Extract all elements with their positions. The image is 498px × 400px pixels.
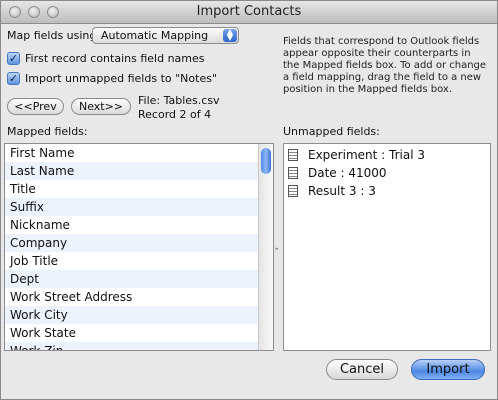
unmapped-fields-list[interactable]: Experiment : Trial 3 Date : 41000 Result… [283,143,491,351]
list-item[interactable]: Experiment : Trial 3 [284,146,490,164]
mapped-scrollbar[interactable] [258,144,273,350]
document-icon [288,149,298,161]
title-bar: Import Contacts [1,1,497,24]
import-unmapped-label: Import unmapped fields to "Notes" [25,72,218,85]
list-item[interactable]: Title [5,180,273,198]
map-fields-value: Automatic Mapping [101,29,209,42]
mapping-description: Fields that correspond to Outlook fields… [283,36,487,95]
list-item[interactable]: Result 3 : 3 [284,182,490,200]
list-item[interactable]: Date : 41000 [284,164,490,182]
mapped-fields-label: Mapped fields: [7,125,88,138]
document-icon [288,167,298,179]
first-record-checkbox[interactable]: ✓ [7,52,20,65]
prev-button[interactable]: <<Prev [7,98,64,115]
split-handle-icon[interactable]: ‸ [275,239,278,250]
list-item[interactable]: Job Title [5,252,273,270]
list-item[interactable]: Suffix [5,198,273,216]
list-item[interactable]: First Name [5,144,273,162]
list-item[interactable]: Work State [5,324,273,342]
import-contacts-window: Import Contacts Map fields using: Automa… [0,0,498,400]
list-item[interactable]: Company [5,234,273,252]
map-fields-popup[interactable]: Automatic Mapping ▲ ▼ [92,27,239,44]
list-item[interactable]: Work Zip [5,342,273,350]
record-counter: Record 2 of 4 [138,108,212,121]
first-record-label: First record contains field names [25,52,205,65]
window-title: Import Contacts [196,4,302,19]
list-item[interactable]: Work Street Address [5,288,273,306]
cancel-button[interactable]: Cancel [326,359,398,380]
unmapped-fields-label: Unmapped fields: [283,125,380,138]
import-unmapped-checkbox[interactable]: ✓ [7,72,20,85]
list-item[interactable]: Dept [5,270,273,288]
list-item[interactable]: Work City [5,306,273,324]
list-item[interactable]: Last Name [5,162,273,180]
map-fields-label: Map fields using: [7,29,101,42]
import-button[interactable]: Import [411,359,485,380]
mapped-fields-list[interactable]: First Name Last Name Title Suffix Nickna… [4,143,274,351]
popup-arrows-icon: ▲ ▼ [223,28,237,42]
next-button[interactable]: Next>> [71,98,131,115]
document-icon [288,185,298,197]
scrollbar-thumb[interactable] [261,148,271,174]
file-name: File: Tables.csv [138,94,220,107]
list-item[interactable]: Nickname [5,216,273,234]
